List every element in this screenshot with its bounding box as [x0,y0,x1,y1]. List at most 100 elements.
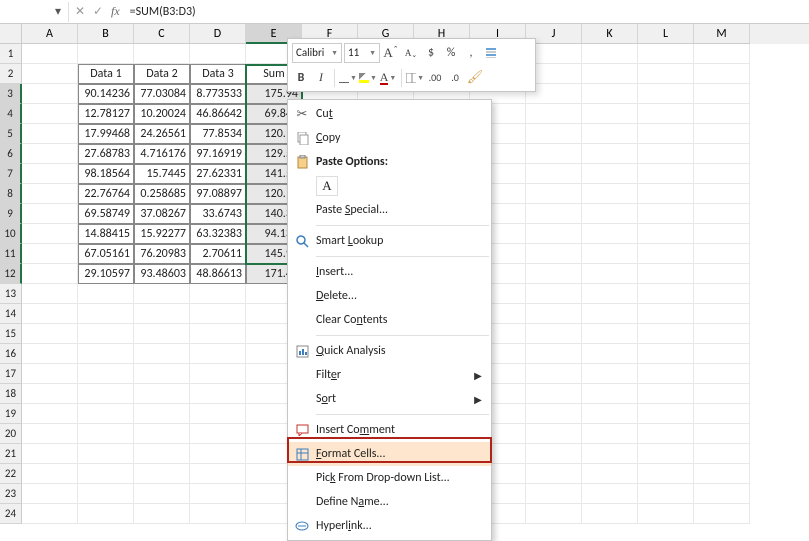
borders-button[interactable]: ▼ [339,68,357,88]
cell[interactable] [694,304,750,324]
cell[interactable] [22,124,78,144]
cell[interactable] [694,244,750,264]
menu-hyperlink[interactable]: Hyperlink... [288,514,491,538]
column-header[interactable]: A [22,24,78,44]
cell[interactable]: 37.08267 [134,204,190,224]
cell[interactable] [638,104,694,124]
cell[interactable] [638,504,694,524]
row-header[interactable]: 4 [0,104,22,124]
row-header[interactable]: 21 [0,444,22,464]
cell[interactable] [78,384,134,404]
cell[interactable] [582,84,638,104]
decrease-decimal-button[interactable]: .0 [446,68,464,88]
cell[interactable] [22,384,78,404]
name-box-dropdown[interactable]: ▾ [50,4,66,19]
cell[interactable] [694,144,750,164]
cell[interactable] [78,364,134,384]
cell[interactable] [694,364,750,384]
row-header[interactable]: 18 [0,384,22,404]
cell[interactable]: 4.716176 [134,144,190,164]
cell[interactable] [22,224,78,244]
cell[interactable] [638,364,694,384]
cell[interactable] [638,424,694,444]
cell[interactable] [190,404,246,424]
cell[interactable] [78,424,134,444]
cell[interactable] [638,124,694,144]
cell[interactable] [638,144,694,164]
cell[interactable] [582,344,638,364]
cell[interactable] [78,504,134,524]
cell[interactable] [694,344,750,364]
cell[interactable] [694,124,750,144]
cell[interactable] [526,424,582,444]
cell[interactable] [694,84,750,104]
row-header[interactable]: 20 [0,424,22,444]
row-header[interactable]: 17 [0,364,22,384]
cell[interactable]: Data 2 [134,64,190,84]
cell[interactable] [22,364,78,384]
cell[interactable] [190,484,246,504]
cell[interactable] [582,224,638,244]
font-size-picker[interactable]: 11▼ [344,43,380,63]
cell[interactable] [582,284,638,304]
cell[interactable] [134,284,190,304]
cell[interactable] [526,464,582,484]
cell[interactable] [78,44,134,64]
cell[interactable] [526,144,582,164]
cell[interactable] [582,424,638,444]
row-header[interactable]: 6 [0,144,22,164]
cell[interactable] [22,164,78,184]
cell[interactable] [22,304,78,324]
cell[interactable] [638,204,694,224]
cell[interactable] [22,84,78,104]
cell[interactable] [638,244,694,264]
cell[interactable] [638,84,694,104]
percent-button[interactable]: % [442,43,460,63]
cell[interactable]: 24.26561 [134,124,190,144]
increase-font-button[interactable]: A [382,43,400,63]
menu-insert-comment[interactable]: Insert Comment [288,418,491,442]
cell[interactable] [582,504,638,524]
cell[interactable] [582,444,638,464]
row-header[interactable]: 3 [0,84,22,104]
cell[interactable] [638,404,694,424]
row-header[interactable]: 5 [0,124,22,144]
cell[interactable] [694,104,750,124]
menu-pick-from-list[interactable]: Pick From Drop-down List... [288,466,491,490]
currency-button[interactable]: $ [422,43,440,63]
cell[interactable] [134,384,190,404]
column-header[interactable]: M [694,24,750,44]
merge-button[interactable]: ▼ [406,68,424,88]
cell[interactable] [78,324,134,344]
cell[interactable] [582,304,638,324]
column-header[interactable]: K [582,24,638,44]
row-header[interactable]: 14 [0,304,22,324]
cell[interactable] [134,504,190,524]
row-header[interactable]: 15 [0,324,22,344]
cell[interactable] [638,324,694,344]
cell[interactable] [526,324,582,344]
menu-cut[interactable]: ✂ Cut [288,102,491,126]
cell[interactable]: 15.7445 [134,164,190,184]
cell[interactable] [694,424,750,444]
menu-smart-lookup[interactable]: Smart Lookup [288,229,491,253]
cell[interactable] [526,164,582,184]
fill-color-button[interactable]: ▼ [359,68,377,88]
cell[interactable] [78,464,134,484]
cell[interactable] [22,104,78,124]
cell[interactable] [582,404,638,424]
menu-delete[interactable]: Delete... [288,284,491,308]
cell[interactable] [22,504,78,524]
cell[interactable] [694,444,750,464]
cell[interactable] [190,444,246,464]
menu-insert[interactable]: Insert... [288,260,491,284]
menu-clear-contents[interactable]: Clear Contents [288,308,491,332]
cell[interactable] [638,484,694,504]
column-header[interactable]: B [78,24,134,44]
cell[interactable] [526,344,582,364]
cell[interactable] [526,124,582,144]
cell[interactable] [526,444,582,464]
row-header[interactable]: 13 [0,284,22,304]
cell[interactable] [638,304,694,324]
cell[interactable]: 77.8534 [190,124,246,144]
